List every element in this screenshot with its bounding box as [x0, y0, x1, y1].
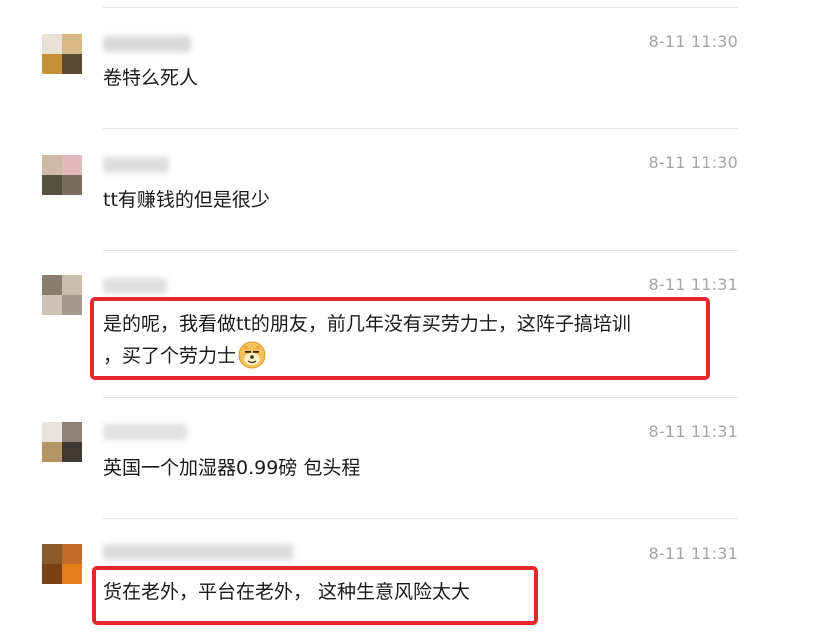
avatar[interactable]: [42, 544, 82, 584]
avatar[interactable]: [42, 275, 82, 315]
comment-text: 货在老外，平台在老外， 这种生意风险太大: [103, 581, 471, 603]
comment-text-line2: ，买了个劳力士: [103, 345, 237, 367]
blurred-username[interactable]: [103, 36, 191, 52]
divider: [103, 128, 738, 129]
divider: [103, 518, 738, 519]
divider: [103, 250, 738, 251]
comment-timestamp: 8-11 11:30: [648, 153, 738, 172]
comment-feed: 8-11 11:30 卷特么死人 8-11 11:30 tt有赚钱的但是很少 8…: [0, 0, 813, 639]
blurred-username[interactable]: [103, 424, 187, 440]
comment-timestamp: 8-11 11:30: [648, 32, 738, 51]
divider: [103, 397, 738, 398]
blurred-username[interactable]: [103, 157, 169, 173]
comment-text: 是的呢，我看做tt的朋友，前几年没有买劳力士，这阵子搞培训: [103, 313, 631, 335]
comment-text: tt有赚钱的但是很少: [103, 189, 270, 211]
avatar[interactable]: [42, 155, 82, 195]
comment-timestamp: 8-11 11:31: [648, 544, 738, 563]
comment-timestamp: 8-11 11:31: [648, 275, 738, 294]
comment-text-continued: ，买了个劳力士: [103, 338, 266, 374]
comment-text: 英国一个加湿器0.99磅 包头程: [103, 457, 361, 479]
blurred-username[interactable]: [103, 544, 293, 560]
doge-face-icon: [238, 341, 266, 369]
avatar[interactable]: [42, 34, 82, 74]
comment-text: 卷特么死人: [103, 67, 199, 89]
comment-timestamp: 8-11 11:31: [648, 422, 738, 441]
avatar[interactable]: [42, 422, 82, 462]
divider: [103, 7, 738, 8]
blurred-username[interactable]: [103, 278, 167, 294]
